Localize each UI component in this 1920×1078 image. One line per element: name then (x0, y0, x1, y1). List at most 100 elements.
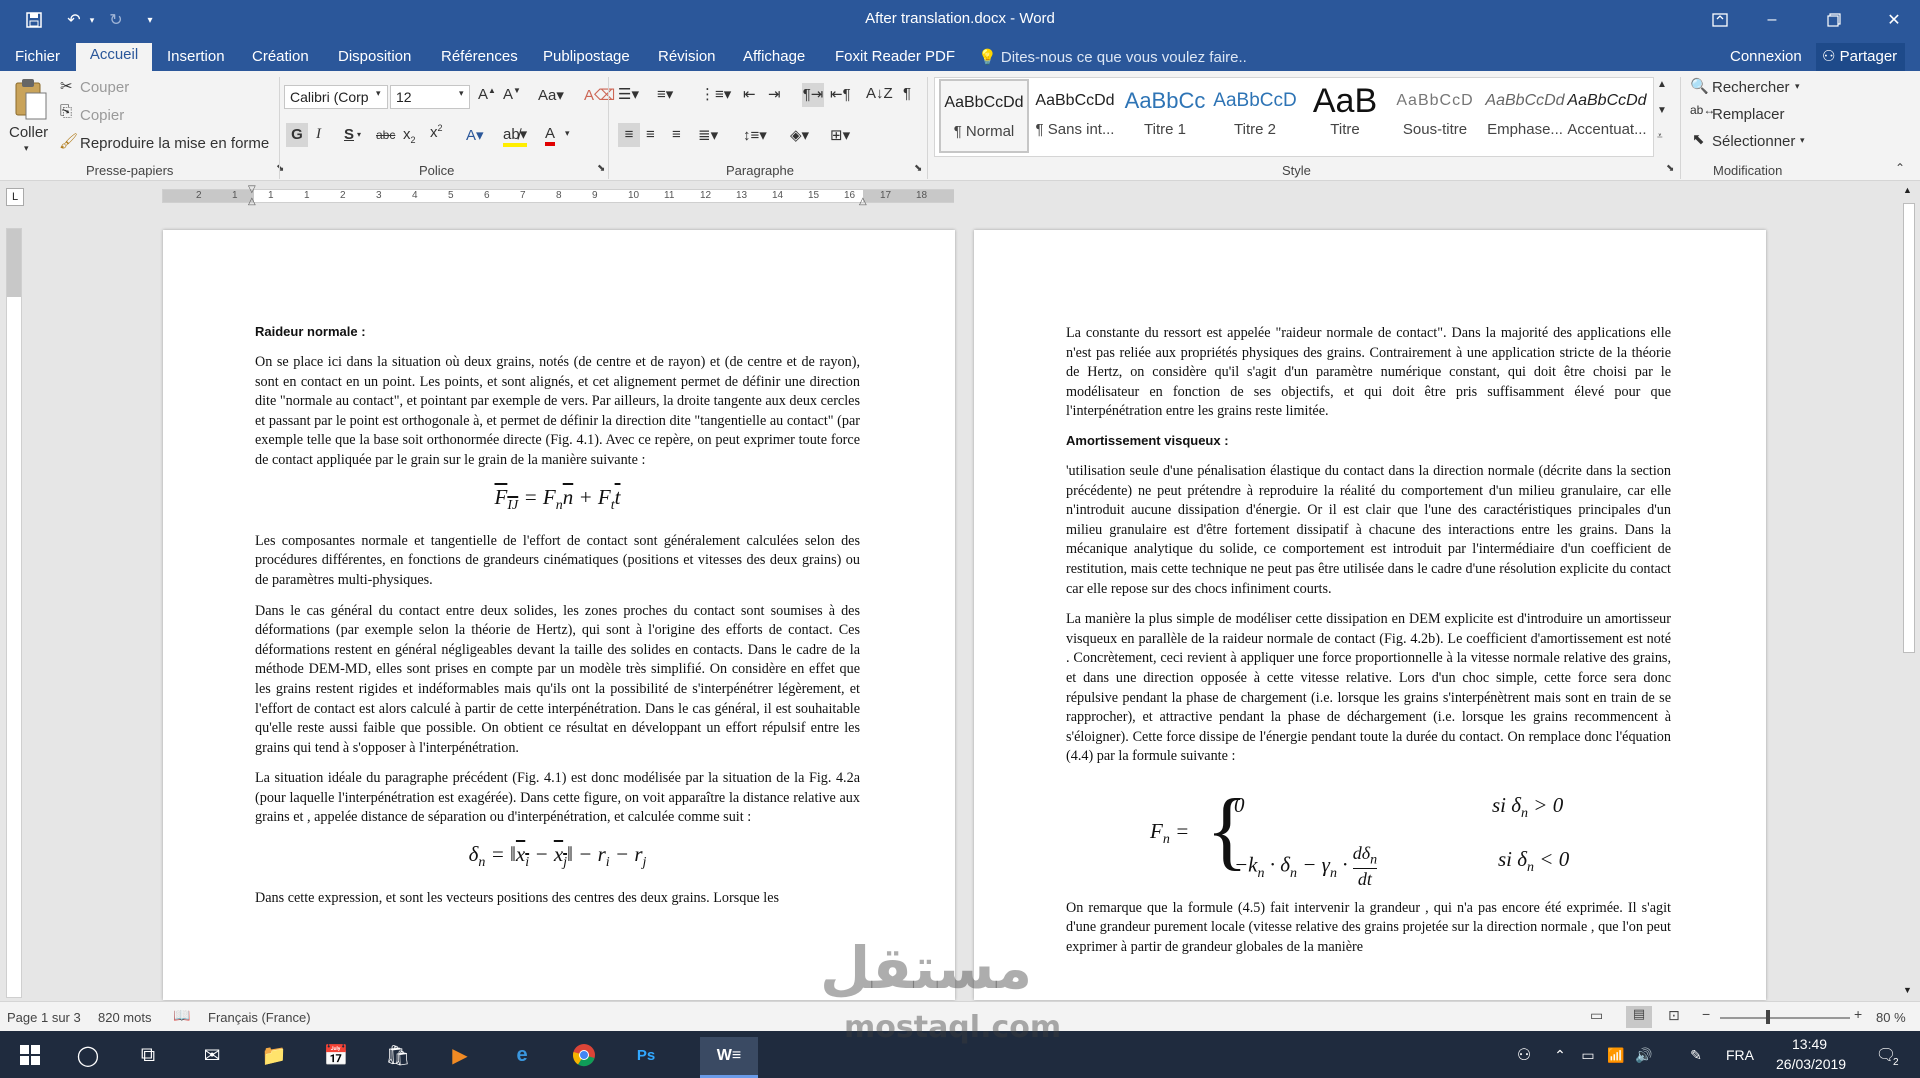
tell-me-search[interactable]: 💡 Dites-nous ce que vous voulez faire.. (978, 45, 1247, 71)
numbering-icon[interactable]: ≡▾ (657, 85, 673, 103)
clipboard-launcher-icon[interactable]: ⬊ (276, 163, 284, 174)
decrease-indent-icon[interactable]: ⇤ (743, 85, 756, 103)
right-indent-marker[interactable]: △ (859, 196, 867, 207)
superscript-icon[interactable]: x2 (430, 123, 443, 141)
paste-button[interactable]: Coller ▾ (6, 75, 56, 159)
highlight-icon[interactable]: ab̸▾ (503, 125, 528, 147)
zoom-slider[interactable] (1720, 1010, 1850, 1024)
people-icon[interactable]: ⚇ (1500, 1037, 1548, 1073)
tab-home[interactable]: Accueil (76, 43, 152, 71)
find-dropdown-icon[interactable]: ▾ (1795, 81, 1800, 92)
scrollbar-thumb[interactable] (1903, 203, 1915, 653)
notification-center-icon[interactable]: 🗨 (1862, 1037, 1910, 1073)
vertical-ruler[interactable] (6, 228, 22, 998)
photoshop-icon[interactable]: Ps (622, 1037, 670, 1073)
keyboard-language[interactable]: FRA (1726, 1047, 1754, 1063)
zoom-level[interactable]: 80 % (1876, 1010, 1906, 1025)
increase-indent-icon[interactable]: ⇥ (768, 85, 781, 103)
find-icon[interactable]: 🔍 (1690, 77, 1709, 95)
media-player-icon[interactable]: ▶ (436, 1037, 484, 1073)
ltr-direction-icon[interactable]: ¶⇥ (802, 83, 824, 107)
search-icon[interactable]: ◯ (64, 1037, 112, 1073)
paragraph-launcher-icon[interactable]: ⬊ (914, 163, 922, 174)
word-count[interactable]: 820 mots (98, 1010, 151, 1025)
font-size-select[interactable]: 12 (390, 85, 470, 109)
subscript-icon[interactable]: x2 (403, 126, 416, 145)
read-mode-icon[interactable]: ▭ (1590, 1007, 1603, 1024)
borders-icon[interactable]: ⊞▾ (830, 126, 850, 144)
first-line-indent-marker[interactable]: ▽ (248, 184, 256, 195)
store-icon[interactable]: 🛍 (374, 1037, 422, 1073)
show-formatting-icon[interactable]: ¶ (903, 85, 911, 102)
tab-file[interactable]: Fichier (15, 45, 60, 71)
justify-icon[interactable]: ≣▾ (698, 126, 718, 144)
font-size-dropdown-icon[interactable]: ▾ (459, 88, 464, 99)
styles-more-icon[interactable]: ⩡ (1657, 131, 1663, 142)
chrome-icon[interactable] (560, 1037, 608, 1073)
underline-icon[interactable]: S (344, 126, 354, 143)
font-color-dropdown-icon[interactable]: ▾ (565, 128, 570, 139)
ribbon-display-options-icon[interactable] (1700, 6, 1740, 34)
replace-button[interactable]: Remplacer (1712, 106, 1785, 123)
zoom-out-icon[interactable]: − (1702, 1006, 1710, 1022)
select-button[interactable]: Sélectionner (1712, 133, 1795, 150)
tab-view[interactable]: Affichage (743, 45, 805, 71)
calendar-app-icon[interactable]: 📅 (312, 1037, 360, 1073)
windows-start-icon[interactable] (6, 1037, 54, 1073)
tab-layout[interactable]: Disposition (338, 45, 411, 71)
zoom-in-icon[interactable]: + (1854, 1006, 1862, 1022)
tab-review[interactable]: Révision (658, 45, 716, 71)
file-explorer-icon[interactable]: 📁 (250, 1037, 298, 1073)
tab-foxit[interactable]: Foxit Reader PDF (835, 45, 955, 71)
print-layout-icon[interactable]: ▤ (1626, 1006, 1652, 1028)
sort-icon[interactable]: A↓Z (866, 85, 893, 102)
clear-formatting-icon[interactable]: A⌫ (584, 86, 615, 104)
cut-button[interactable]: Couper (80, 79, 129, 96)
font-color-icon[interactable]: A (545, 125, 556, 146)
find-button[interactable]: Rechercher (1712, 79, 1790, 96)
tab-stop-selector-icon[interactable]: L (6, 188, 24, 206)
styles-scroll-up-icon[interactable]: ▲ (1657, 79, 1667, 90)
restore-icon[interactable] (1814, 6, 1854, 34)
scroll-down-icon[interactable]: ▼ (1903, 985, 1912, 995)
styles-launcher-icon[interactable]: ⬊ (1666, 163, 1674, 174)
bold-icon[interactable]: G (286, 123, 308, 147)
show-hidden-icons-icon[interactable]: ⌃ (1548, 1037, 1572, 1073)
style-normal[interactable]: AaBbCcDd ¶ Normal (939, 79, 1029, 153)
multilevel-list-icon[interactable]: ⋮≡▾ (700, 85, 731, 103)
font-name-dropdown-icon[interactable]: ▾ (376, 88, 381, 99)
styles-scroll-down-icon[interactable]: ▼ (1657, 105, 1667, 116)
volume-icon[interactable]: 🔊 (1630, 1037, 1658, 1073)
bullets-icon[interactable]: ☰▾ (618, 85, 639, 103)
tab-mailings[interactable]: Publipostage (543, 45, 630, 71)
style-heading-1[interactable]: AaBbCc Titre 1 (1120, 79, 1210, 153)
clock-time[interactable]: 13:49 (1792, 1036, 1827, 1052)
collapse-ribbon-icon[interactable]: ⌃ (1895, 161, 1905, 175)
style-subtitle[interactable]: AaBbCcD Sous-titre (1390, 79, 1480, 153)
change-case-icon[interactable]: Aa▾ (538, 86, 564, 104)
share-button[interactable]: ⚇ Partager (1816, 43, 1906, 71)
select-dropdown-icon[interactable]: ▾ (1800, 135, 1805, 146)
clock-date[interactable]: 26/03/2019 (1776, 1056, 1846, 1072)
line-spacing-icon[interactable]: ↕≡▾ (743, 126, 767, 144)
cut-icon[interactable]: ✂ (60, 77, 73, 95)
page-count[interactable]: Page 1 sur 3 (7, 1010, 81, 1025)
hanging-indent-marker[interactable]: △ (248, 196, 256, 207)
style-no-spacing[interactable]: AaBbCcDd ¶ Sans int... (1030, 79, 1120, 153)
proofing-icon[interactable]: 📖 (173, 1007, 190, 1024)
grow-font-icon[interactable]: A▲ (478, 86, 496, 103)
network-wifi-icon[interactable]: 📶 (1602, 1037, 1630, 1073)
close-icon[interactable]: ✕ (1874, 6, 1914, 34)
style-heading-2[interactable]: AaBbCcD Titre 2 (1210, 79, 1300, 153)
underline-dropdown-icon[interactable]: ▾ (357, 130, 361, 139)
tab-references[interactable]: Références (441, 45, 518, 71)
mail-icon[interactable]: ✉ (188, 1037, 236, 1073)
strikethrough-icon[interactable]: abc (376, 128, 395, 142)
select-cursor-icon[interactable]: ⬉ (1692, 130, 1705, 148)
language-indicator[interactable]: Français (France) (208, 1010, 311, 1025)
style-subtle-emphasis[interactable]: AaBbCcDd Emphase... (1480, 79, 1570, 153)
vertical-scrollbar[interactable]: ▲ ▼ (1898, 181, 1920, 1001)
rtl-direction-icon[interactable]: ⇤¶ (830, 85, 851, 103)
signin-link[interactable]: Connexion (1730, 45, 1802, 71)
align-left-icon[interactable]: ≡ (618, 123, 640, 147)
